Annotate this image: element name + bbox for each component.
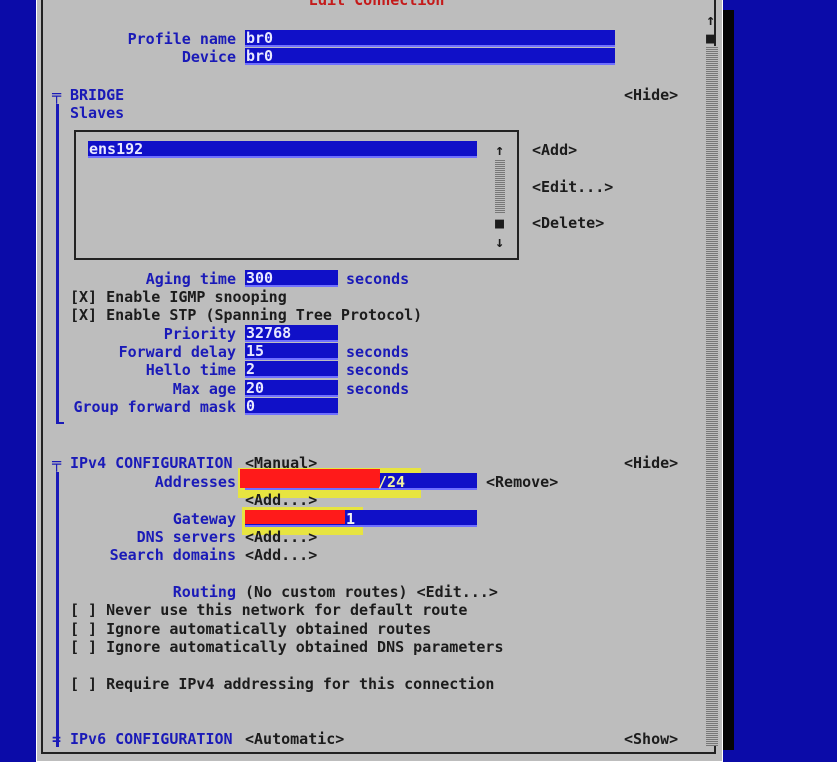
delete-slave-button[interactable]: <Delete> <box>532 214 604 232</box>
remove-address-button[interactable]: <Remove> <box>486 473 558 491</box>
edit-slave-button[interactable]: <Edit...> <box>532 178 613 196</box>
require-ipv4-checkbox[interactable]: [ ] Require IPv4 addressing for this con… <box>70 675 494 693</box>
never-default-route-checkbox[interactable]: [ ] Never use this network for default r… <box>70 601 467 619</box>
device-label: Device <box>181 48 236 66</box>
add-search-domain-button[interactable]: <Add...> <box>245 546 317 564</box>
bridge-section-bar-end <box>56 422 64 424</box>
gateway-suffix: 1 <box>346 510 356 528</box>
ipv4-section-label: IPv4 CONFIGURATION <box>70 454 233 472</box>
dialog-title: Edit Connection <box>297 0 457 10</box>
routing-label: Routing <box>172 583 236 601</box>
max-age-label: Max age <box>172 380 236 398</box>
ipv6-section-label: IPv6 CONFIGURATION <box>70 730 233 748</box>
address-redaction <box>240 469 380 488</box>
max-age-unit: seconds <box>346 380 410 398</box>
ipv4-section-bar <box>56 472 59 747</box>
scroll-up-arrow[interactable]: ↑ <box>706 11 715 29</box>
ipv6-show-button[interactable]: <Show> <box>624 730 678 748</box>
search-domains-label: Search domains <box>109 546 236 564</box>
address-prefix: /24 <box>378 473 406 491</box>
stp-checkbox[interactable]: [X] Enable STP (Spanning Tree Protocol) <box>70 306 422 324</box>
dialog-shadow <box>722 10 734 750</box>
ignore-dns-checkbox[interactable]: [ ] Ignore automatically obtained DNS pa… <box>70 638 503 656</box>
max-age-input[interactable]: 20 <box>245 380 338 397</box>
profile-name-label: Profile name <box>127 30 236 48</box>
priority-label: Priority <box>163 325 236 343</box>
scroll-thumb[interactable]: ■ <box>706 29 715 47</box>
ipv4-section-marker: ╤ <box>52 454 62 472</box>
device-input[interactable]: br0 <box>245 48 615 65</box>
gateway-label: Gateway <box>172 510 236 528</box>
ipv6-mode-select[interactable]: <Automatic> <box>245 730 344 748</box>
hello-time-input[interactable]: 2 <box>245 361 338 378</box>
igmp-snooping-checkbox[interactable]: [X] Enable IGMP snooping <box>70 288 287 306</box>
hello-time-label: Hello time <box>145 361 236 379</box>
slaves-label: Slaves <box>70 104 125 122</box>
ipv4-hide-button[interactable]: <Hide> <box>624 454 678 472</box>
forward-delay-unit: seconds <box>346 343 410 361</box>
ipv6-section-marker: = <box>52 730 62 748</box>
aging-time-label: Aging time <box>145 270 236 288</box>
add-dns-button[interactable]: <Add...> <box>245 528 317 546</box>
bridge-hide-button[interactable]: <Hide> <box>624 86 678 104</box>
ignore-routes-checkbox[interactable]: [ ] Ignore automatically obtained routes <box>70 620 431 638</box>
forward-delay-label: Forward delay <box>118 343 236 361</box>
group-forward-mask-label: Group forward mask <box>73 398 236 416</box>
priority-input[interactable]: 32768 <box>245 325 338 342</box>
slaves-scroll-up-arrow[interactable]: ↑ <box>495 141 504 159</box>
profile-name-input[interactable]: br0 <box>245 30 615 47</box>
add-slave-button[interactable]: <Add> <box>532 141 577 159</box>
forward-delay-input[interactable]: 15 <box>245 343 338 360</box>
addresses-label: Addresses <box>154 473 236 491</box>
aging-time-input[interactable]: 300 <box>245 270 338 287</box>
bridge-section-bar <box>56 104 59 424</box>
hello-time-unit: seconds <box>346 361 410 379</box>
main-scrollbar-track[interactable] <box>706 46 718 746</box>
group-forward-mask-input[interactable]: 0 <box>245 398 338 415</box>
bridge-section-label: BRIDGE <box>70 86 125 104</box>
bridge-section-marker: ╤ <box>52 86 62 104</box>
aging-time-unit: seconds <box>346 270 410 288</box>
dns-servers-label: DNS servers <box>136 528 236 546</box>
slaves-scrollbar-track[interactable] <box>495 159 505 213</box>
slaves-scroll-down-arrow[interactable]: ↓ <box>495 233 504 251</box>
gateway-redaction <box>245 510 345 524</box>
slave-item-ens192[interactable]: ens192 <box>88 141 477 158</box>
routing-edit-button[interactable]: (No custom routes) <Edit...> <box>245 583 498 601</box>
slaves-scroll-thumb[interactable]: ■ <box>495 214 504 232</box>
